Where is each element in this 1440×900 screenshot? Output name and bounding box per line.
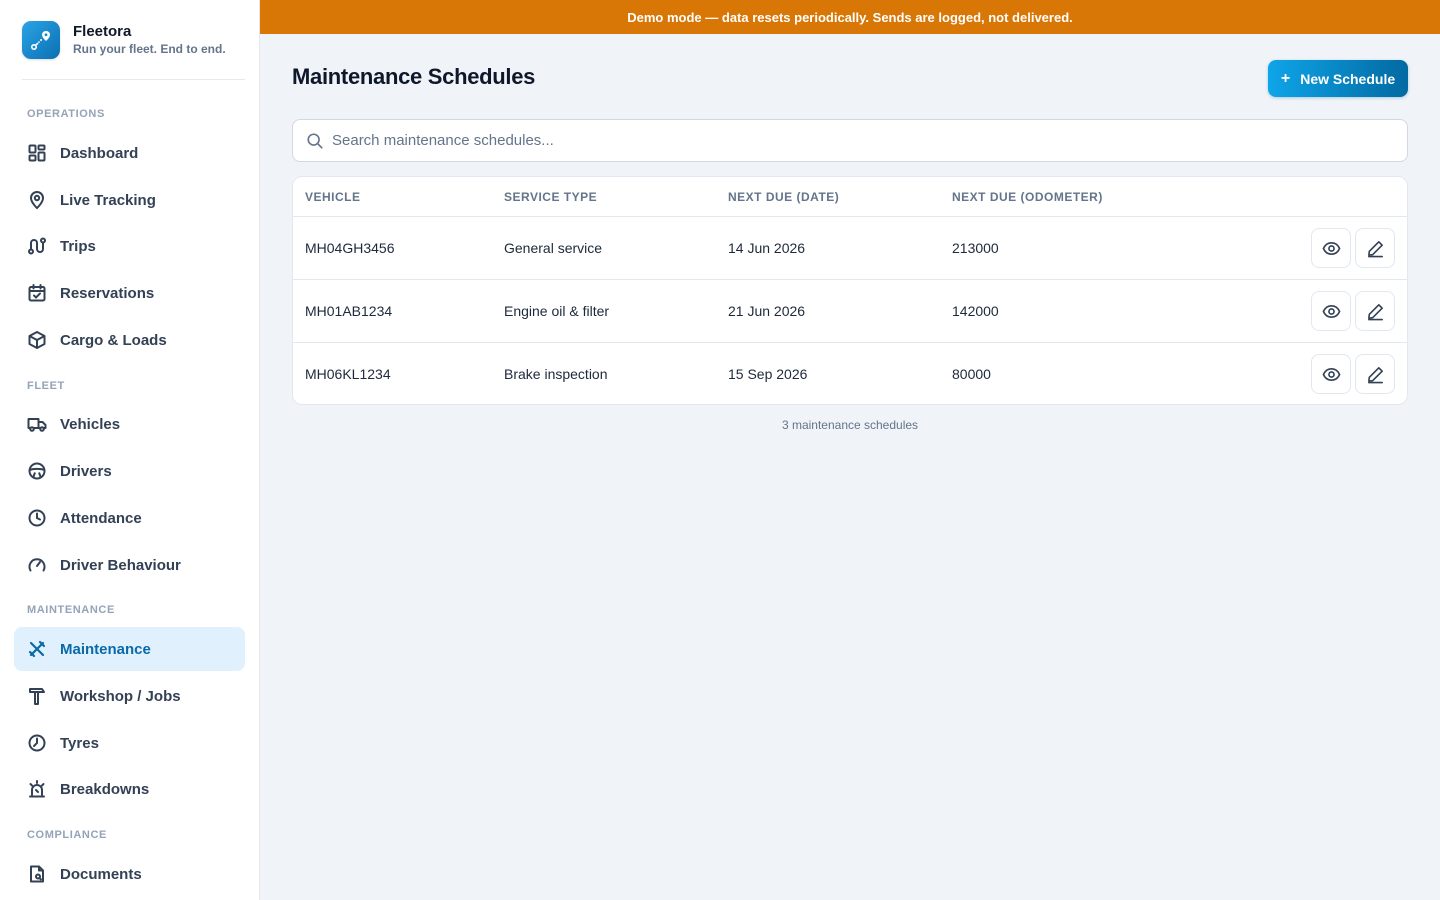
edit-button[interactable] — [1355, 228, 1395, 268]
view-button[interactable] — [1311, 291, 1351, 331]
section-label-compliance: COMPLIANCE — [27, 829, 107, 841]
sidebar-item-cargo-loads[interactable]: Cargo & Loads — [14, 318, 245, 362]
sidebar-item-maintenance[interactable]: Maintenance — [14, 627, 245, 671]
cell-next-due-odometer: 142000 — [952, 303, 999, 319]
sidebar-item-label: Cargo & Loads — [60, 331, 167, 349]
fleetora-logo-icon — [22, 20, 60, 59]
sidebar-item-label: Drivers — [60, 462, 112, 480]
sidebar-item-attendance[interactable]: Attendance — [14, 496, 245, 540]
cell-service-type: Engine oil & filter — [504, 303, 610, 319]
tyre-icon — [28, 734, 46, 752]
new-schedule-label: New Schedule — [1300, 70, 1396, 87]
sidebar-item-label: Tyres — [60, 734, 99, 752]
sidebar-item-live-tracking[interactable]: Live Tracking — [14, 178, 245, 222]
route-icon — [28, 237, 46, 255]
sidebar-item-driver-behaviour[interactable]: Driver Behaviour — [14, 543, 245, 587]
wrench-cross-icon — [28, 640, 46, 658]
steering-wheel-icon — [28, 462, 46, 480]
sidebar-item-label: Breakdowns — [60, 780, 150, 798]
section-label-operations: OPERATIONS — [27, 108, 105, 120]
view-button[interactable] — [1311, 354, 1351, 394]
new-schedule-button[interactable]: + New Schedule — [1268, 60, 1408, 97]
cell-next-due-odometer: 213000 — [952, 240, 999, 256]
cell-next-due-date: 14 Jun 2026 — [728, 240, 806, 256]
clock-icon — [28, 509, 46, 527]
sidebar-item-label: Workshop / Jobs — [60, 687, 181, 705]
dashboard-icon — [28, 144, 46, 162]
map-pin-icon — [29, 191, 45, 210]
pencil-icon — [1367, 303, 1383, 320]
search-icon — [307, 132, 323, 149]
eye-icon — [1322, 241, 1340, 255]
sidebar-item-label: Vehicles — [60, 415, 121, 433]
edit-button[interactable] — [1355, 354, 1395, 394]
page-title: Maintenance Schedules — [292, 64, 536, 89]
sidebar-item-trips[interactable]: Trips — [14, 224, 245, 268]
column-header-next-due-date[interactable]: NEXT DUE (DATE) — [728, 190, 839, 204]
brand-name: Fleetora — [73, 22, 132, 40]
sidebar-item-breakdowns[interactable]: Breakdowns — [14, 767, 245, 811]
sidebar-item-label: Maintenance — [60, 640, 151, 658]
cell-vehicle: MH01AB1234 — [305, 303, 393, 319]
sidebar-item-drivers[interactable]: Drivers — [14, 449, 245, 493]
section-label-fleet: FLEET — [27, 380, 65, 392]
cell-service-type: Brake inspection — [504, 366, 608, 382]
sidebar-item-documents[interactable]: Documents — [14, 852, 245, 896]
sidebar-item-label: Driver Behaviour — [60, 556, 181, 574]
column-header-next-due-odometer[interactable]: NEXT DUE (ODOMETER) — [952, 190, 1103, 204]
cell-vehicle: MH04GH3456 — [305, 240, 395, 256]
gauge-icon — [28, 558, 46, 572]
sidebar-item-label: Reservations — [60, 284, 155, 302]
cell-next-due-odometer: 80000 — [952, 366, 991, 382]
demo-mode-banner: Demo mode — data resets periodically. Se… — [260, 0, 1440, 34]
pencil-icon — [1367, 240, 1383, 257]
eye-icon — [1322, 304, 1340, 318]
sidebar-item-label: Trips — [60, 237, 96, 255]
column-header-service-type[interactable]: SERVICE TYPE — [504, 190, 597, 204]
document-icon — [30, 865, 44, 883]
sidebar-item-label: Dashboard — [60, 144, 139, 162]
search-bar[interactable] — [292, 119, 1408, 162]
view-button[interactable] — [1311, 228, 1351, 268]
table-row[interactable]: MH06KL1234 Brake inspection 15 Sep 2026 … — [293, 343, 1407, 404]
sidebar-item-label: Live Tracking — [60, 191, 156, 209]
calendar-check-icon — [28, 284, 46, 302]
table-row[interactable]: MH01AB1234 Engine oil & filter 21 Jun 20… — [293, 280, 1407, 343]
schedule-count: 3 maintenance schedules — [781, 418, 919, 432]
sidebar: Fleetora Run your fleet. End to end. OPE… — [0, 0, 260, 900]
sidebar-item-tyres[interactable]: Tyres — [14, 721, 245, 765]
box-icon — [28, 331, 46, 349]
section-label-maintenance: MAINTENANCE — [27, 604, 115, 616]
sidebar-item-dashboard[interactable]: Dashboard — [14, 131, 245, 175]
hammer-icon — [29, 688, 45, 705]
sidebar-item-label: Attendance — [60, 509, 142, 527]
siren-icon — [29, 780, 45, 798]
cell-vehicle: MH06KL1234 — [305, 366, 391, 382]
sidebar-item-label: Documents — [60, 865, 142, 883]
table-header: VEHICLE SERVICE TYPE NEXT DUE (DATE) NEX… — [293, 177, 1407, 217]
cell-service-type: General service — [504, 240, 603, 256]
edit-button[interactable] — [1355, 291, 1395, 331]
eye-icon — [1322, 367, 1340, 381]
sidebar-item-vehicles[interactable]: Vehicles — [14, 402, 245, 446]
sidebar-item-reservations[interactable]: Reservations — [14, 271, 245, 315]
sidebar-item-workshop-jobs[interactable]: Workshop / Jobs — [14, 674, 245, 718]
cell-next-due-date: 15 Sep 2026 — [728, 366, 808, 382]
search-input[interactable] — [332, 132, 1332, 149]
brand-tagline: Run your fleet. End to end. — [73, 41, 226, 56]
pencil-icon — [1367, 366, 1383, 383]
table-row[interactable]: MH04GH3456 General service 14 Jun 2026 2… — [293, 217, 1407, 280]
brand[interactable]: Fleetora Run your fleet. End to end. — [22, 0, 245, 80]
plus-icon: + — [1280, 69, 1291, 87]
column-header-vehicle[interactable]: VEHICLE — [305, 190, 361, 204]
truck-icon — [27, 418, 47, 432]
cell-next-due-date: 21 Jun 2026 — [728, 303, 806, 319]
schedules-table: VEHICLE SERVICE TYPE NEXT DUE (DATE) NEX… — [292, 176, 1408, 405]
